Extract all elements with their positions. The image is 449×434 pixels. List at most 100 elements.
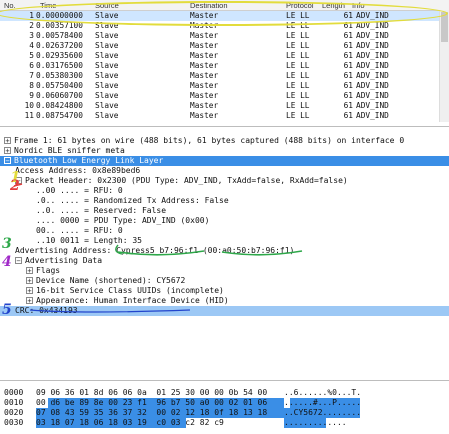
col-no[interactable]: No. (4, 1, 16, 10)
hex-ascii: ..6......%0...T. (284, 388, 362, 397)
tree-service-uuids[interactable]: +16-bit Service Class UUIDs (incomplete) (26, 286, 224, 296)
packet-list[interactable]: No. Time Source Destination Protocol Len… (0, 0, 449, 122)
collapse-icon[interactable]: − (15, 177, 22, 185)
field-pdu-type[interactable]: .... 0000 = PDU Type: ADV_IND (0x00) (36, 216, 209, 226)
packet-info: ADV_IND (356, 51, 389, 60)
packet-destination: Master (190, 91, 219, 100)
hex-offset: 0000 (4, 388, 24, 397)
hex-row[interactable]: 0030 03 18 07 18 06 18 03 19 c0 03 c2 82 … (0, 418, 449, 428)
expand-icon[interactable]: + (26, 287, 33, 295)
packet-source: Slave (95, 21, 119, 30)
col-source[interactable]: Source (95, 1, 119, 10)
field-crc[interactable]: CRC: 0x434193 (0, 306, 449, 316)
packet-no: 5 (29, 51, 34, 60)
packet-time: 0.00357100 (36, 21, 83, 30)
packet-time: 0.06060700 (36, 91, 83, 100)
packet-protocol: LE LL (286, 91, 310, 100)
field-rfu[interactable]: ..00 .... = RFU: 0 (36, 186, 123, 196)
tree-advertising-data[interactable]: − Advertising Data (15, 256, 102, 266)
packet-destination: Master (190, 21, 219, 30)
collapse-icon[interactable]: − (4, 157, 11, 165)
packet-source: Slave (95, 81, 119, 90)
packet-destination: Master (190, 81, 219, 90)
packet-source: Slave (95, 41, 119, 50)
packet-protocol: LE LL (286, 101, 310, 110)
packet-info: ADV_IND (356, 41, 389, 50)
packet-time: 0.05750400 (36, 81, 83, 90)
packet-protocol: LE LL (286, 21, 310, 30)
hex-row[interactable]: 0020 07 08 43 59 35 36 37 32 00 02 12 18 … (0, 408, 449, 418)
hex-row[interactable]: 0000 09 06 36 01 8d 06 06 0a 01 25 30 00 … (0, 388, 449, 398)
hex-offset: 0010 (4, 398, 24, 407)
packet-source: Slave (95, 111, 119, 120)
field-advertising-address[interactable]: Advertising Address: Cypress5_b7:96:f1 (… (15, 246, 294, 256)
hex-dump-pane[interactable]: 0000 09 06 36 01 8d 06 06 0a 01 25 30 00 … (0, 380, 449, 434)
packet-row[interactable]: 8 0.05750400 Slave Master LE LL 61 ADV_IND (0, 81, 449, 91)
packet-row[interactable]: 2 0.00357100 Slave Master LE LL 61 ADV_IND (0, 21, 449, 31)
packet-source: Slave (95, 91, 119, 100)
packet-source: Slave (95, 61, 119, 70)
field-randomized-tx[interactable]: .0.. .... = Randomized Tx Address: False (36, 196, 229, 206)
packet-time: 0.02637200 (36, 41, 83, 50)
packet-no: 9 (29, 91, 34, 100)
col-destination[interactable]: Destination (190, 1, 228, 10)
col-info[interactable]: Info (352, 1, 365, 10)
packet-destination: Master (190, 71, 219, 80)
packet-length: 61 (343, 81, 353, 90)
packet-row[interactable]: 1 0.00000000 Slave Master LE LL 61 ADV_IND (0, 11, 449, 21)
expand-icon[interactable]: + (26, 277, 33, 285)
hex-row[interactable]: 0010 00 d6 be 89 8e 00 23 f1 96 b7 50 a0 … (0, 398, 449, 408)
packet-destination: Master (190, 51, 219, 60)
packet-list-scrollbar[interactable] (439, 10, 449, 122)
packet-time: 0.05380300 (36, 71, 83, 80)
col-time[interactable]: Time (40, 1, 56, 10)
field-rfu-2[interactable]: 00.. .... = RFU: 0 (36, 226, 123, 236)
packet-row[interactable]: 4 0.02637200 Slave Master LE LL 61 ADV_IND (0, 41, 449, 51)
packet-destination: Master (190, 11, 219, 20)
packet-info: ADV_IND (356, 21, 389, 30)
field-reserved[interactable]: ..0. .... = Reserved: False (36, 206, 166, 216)
packet-no: 6 (29, 61, 34, 70)
packet-destination: Master (190, 61, 219, 70)
packet-row[interactable]: 9 0.06060700 Slave Master LE LL 61 ADV_IND (0, 91, 449, 101)
col-length[interactable]: Length (322, 1, 345, 10)
expand-icon[interactable]: + (26, 267, 33, 275)
tree-sniffer-meta[interactable]: + Nordic BLE sniffer meta (4, 146, 125, 156)
tree-device-name[interactable]: + Device Name (shortened): CY5672 (26, 276, 185, 286)
packet-protocol: LE LL (286, 11, 310, 20)
tree-packet-header[interactable]: − Packet Header: 0x2300 (PDU Type: ADV_IN… (15, 176, 348, 186)
packet-info: ADV_IND (356, 31, 389, 40)
packet-row[interactable]: 6 0.03176500 Slave Master LE LL 61 ADV_IND (0, 61, 449, 71)
packet-row[interactable]: 5 0.02935600 Slave Master LE LL 61 ADV_IND (0, 51, 449, 61)
tree-ble-link-layer[interactable]: − Bluetooth Low Energy Link Layer (0, 156, 449, 166)
scrollbar-thumb[interactable] (441, 12, 448, 42)
packet-row[interactable]: 7 0.05380300 Slave Master LE LL 61 ADV_IND (0, 71, 449, 81)
packet-source: Slave (95, 11, 119, 20)
packet-info: ADV_IND (356, 111, 389, 120)
col-protocol[interactable]: Protocol (286, 1, 314, 10)
packet-no: 4 (29, 41, 34, 50)
packet-row[interactable]: 3 0.00578400 Slave Master LE LL 61 ADV_IND (0, 31, 449, 41)
packet-length: 61 (343, 51, 353, 60)
hex-bytes: 00 d6 be 89 8e 00 23 f1 96 b7 50 a0 00 0… (36, 398, 268, 407)
field-access-address[interactable]: Access Address: 0x8e89bed6 (15, 166, 140, 176)
packet-protocol: LE LL (286, 61, 310, 70)
packet-details[interactable]: + Frame 1: 61 bytes on wire (488 bits), 6… (0, 126, 449, 377)
expand-icon[interactable]: + (4, 137, 11, 145)
packet-info: ADV_IND (356, 91, 389, 100)
tree-appearance[interactable]: + Appearance: Human Interface Device (HID… (26, 296, 229, 306)
packet-row[interactable]: 10 0.08424800 Slave Master LE LL 61 ADV_IND (0, 101, 449, 111)
collapse-icon[interactable]: − (15, 257, 22, 265)
packet-length: 61 (343, 21, 353, 30)
tree-frame[interactable]: + Frame 1: 61 bytes on wire (488 bits), 6… (4, 136, 404, 146)
packet-info: ADV_IND (356, 61, 389, 70)
field-length[interactable]: ..10 0011 = Length: 35 (36, 236, 142, 246)
packet-row[interactable]: 11 0.08754700 Slave Master LE LL 61 ADV_IND (0, 111, 449, 121)
tree-flags[interactable]: + Flags (26, 266, 60, 276)
packet-time: 0.03176500 (36, 61, 83, 70)
expand-icon[interactable]: + (26, 297, 33, 305)
hex-offset: 0030 (4, 418, 24, 427)
packet-source: Slave (95, 31, 119, 40)
expand-icon[interactable]: + (4, 147, 11, 155)
hex-bytes: 07 08 43 59 35 36 37 32 00 02 12 18 0f 1… (36, 408, 268, 417)
